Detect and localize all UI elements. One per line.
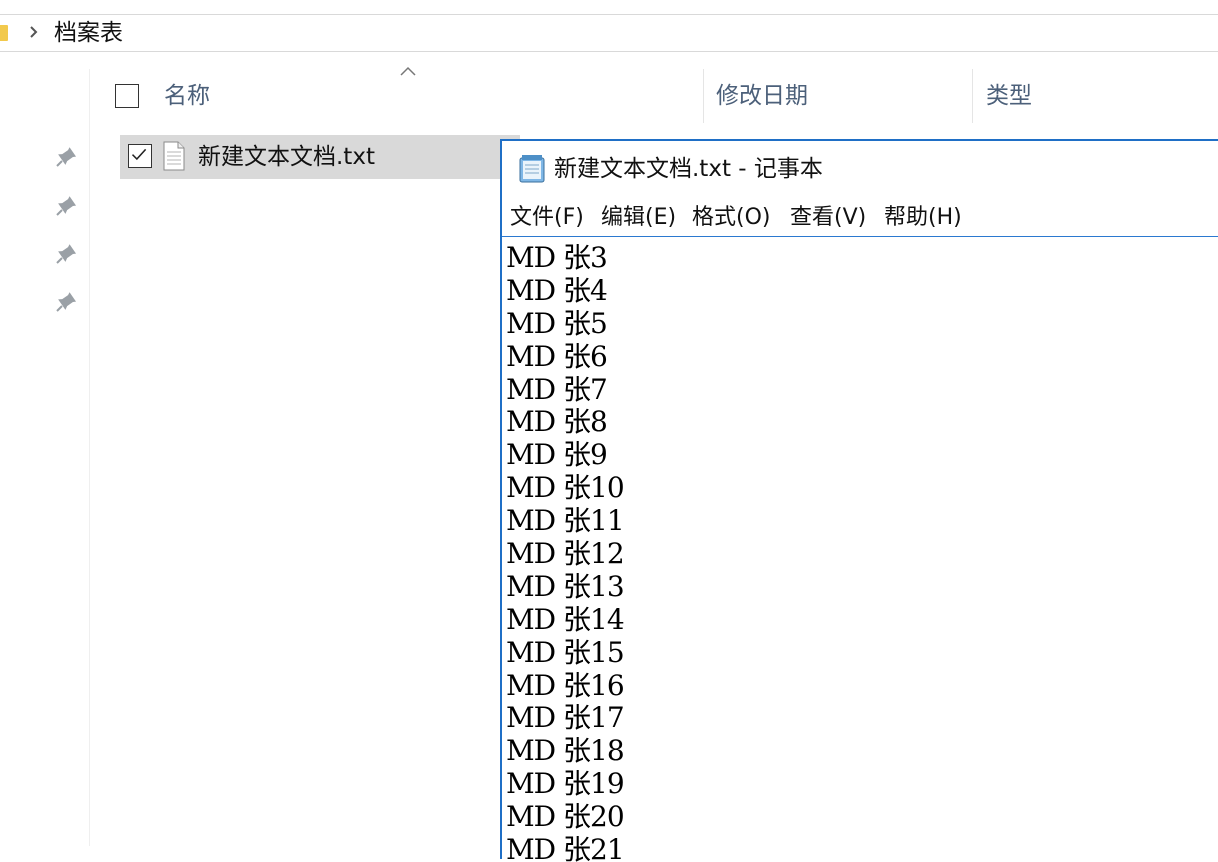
checkmark-icon bbox=[131, 148, 147, 161]
file-row[interactable]: 新建文本文档.txt bbox=[120, 135, 520, 179]
text-line: MD 张19 bbox=[506, 767, 625, 801]
text-line: MD 张17 bbox=[506, 701, 625, 735]
text-line: MD 张10 bbox=[506, 471, 625, 505]
pin-icon[interactable] bbox=[56, 290, 78, 312]
menu-edit[interactable]: 编辑(E) bbox=[601, 203, 676, 233]
folder-icon bbox=[0, 25, 8, 41]
sort-ascending-icon bbox=[400, 66, 416, 76]
menu-format[interactable]: 格式(O) bbox=[692, 203, 770, 233]
text-line: MD 张7 bbox=[506, 372, 608, 406]
text-line: MD 张4 bbox=[506, 273, 608, 307]
text-line: MD 张18 bbox=[506, 734, 625, 768]
text-line: MD 张20 bbox=[506, 800, 625, 834]
text-line: MD 张21 bbox=[506, 833, 625, 862]
notepad-window: 新建文本文档.txt - 记事本 文件(F) 编辑(E) 格式(O) 查看(V)… bbox=[500, 139, 1218, 862]
menu-view[interactable]: 查看(V) bbox=[790, 203, 866, 233]
text-file-icon bbox=[163, 141, 185, 171]
quick-access-pane bbox=[0, 69, 90, 846]
file-name: 新建文本文档.txt bbox=[198, 144, 375, 170]
column-header-modified[interactable]: 修改日期 bbox=[716, 81, 808, 111]
text-line: MD 张15 bbox=[506, 635, 625, 669]
column-header-type[interactable]: 类型 bbox=[986, 81, 1032, 111]
text-line: MD 张8 bbox=[506, 405, 608, 439]
text-line: MD 张13 bbox=[506, 569, 625, 603]
address-bar[interactable]: 档案表 bbox=[0, 14, 1218, 52]
chevron-right-icon[interactable] bbox=[26, 22, 42, 42]
notepad-text-area[interactable]: MD 张3 MD 张4 MD 张5 MD 张6 MD 张7 MD 张8 MD 张… bbox=[506, 242, 1206, 862]
text-line: MD 张16 bbox=[506, 668, 625, 702]
menu-file[interactable]: 文件(F) bbox=[510, 203, 584, 233]
notepad-app-icon bbox=[519, 155, 545, 183]
breadcrumb-item[interactable]: 档案表 bbox=[54, 18, 123, 48]
file-checkbox[interactable] bbox=[128, 144, 152, 168]
text-line: MD 张5 bbox=[506, 306, 608, 340]
pin-icon[interactable] bbox=[56, 194, 78, 216]
notepad-title: 新建文本文档.txt - 记事本 bbox=[554, 156, 823, 182]
column-divider[interactable] bbox=[703, 69, 704, 123]
text-line: MD 张9 bbox=[506, 438, 608, 472]
pin-icon[interactable] bbox=[56, 145, 78, 167]
menu-help[interactable]: 帮助(H) bbox=[884, 203, 962, 233]
column-divider[interactable] bbox=[972, 69, 973, 123]
notepad-titlebar[interactable]: 新建文本文档.txt - 记事本 bbox=[502, 141, 1218, 197]
text-line: MD 张6 bbox=[506, 339, 608, 373]
column-header-name[interactable]: 名称 bbox=[164, 81, 210, 111]
select-all-checkbox[interactable] bbox=[115, 84, 139, 108]
text-line: MD 张12 bbox=[506, 537, 625, 571]
text-line: MD 张3 bbox=[506, 242, 608, 274]
notepad-menubar: 文件(F) 编辑(E) 格式(O) 查看(V) 帮助(H) bbox=[502, 199, 1218, 237]
text-line: MD 张14 bbox=[506, 602, 625, 636]
text-line: MD 张11 bbox=[506, 504, 625, 538]
pin-icon[interactable] bbox=[56, 242, 78, 264]
